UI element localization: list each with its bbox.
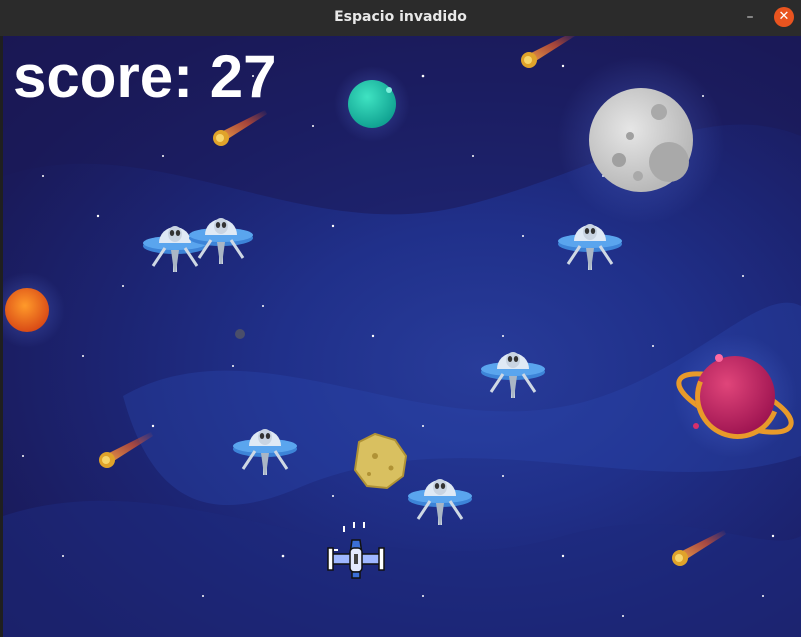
game-canvas[interactable]: score: 27 [3, 36, 801, 637]
planet-icon [3, 272, 65, 348]
planet-icon [334, 66, 410, 142]
close-button[interactable]: ✕ [774, 7, 794, 27]
ufo-alien-icon [479, 350, 547, 400]
planet-icon [673, 334, 797, 458]
window-title: Espacio invadido [334, 9, 467, 25]
score-label: score: 27 [13, 43, 277, 110]
minimize-button[interactable]: – [741, 8, 759, 26]
space-scene [3, 36, 801, 637]
moon-icon [557, 56, 725, 224]
ufo-alien-icon [187, 216, 255, 266]
app-window: Espacio invadido – ✕ score: 27 [0, 0, 801, 637]
ufo-alien-icon [556, 222, 624, 272]
title-bar: Espacio invadido – ✕ [0, 0, 801, 36]
ufo-alien-icon [406, 477, 474, 527]
debris-icon [235, 329, 245, 339]
